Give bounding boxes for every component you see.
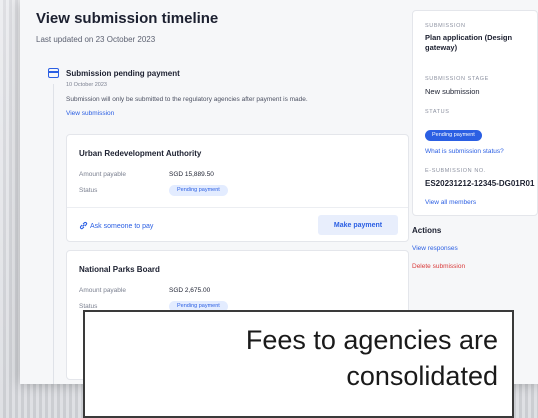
stage-value: New submission	[425, 87, 480, 96]
ask-someone-to-pay-label: Ask someone to pay	[90, 223, 154, 230]
event-title: Submission pending payment	[66, 69, 180, 78]
amount-label: Amount payable	[79, 287, 126, 294]
view-all-members-link[interactable]: View all members	[425, 199, 476, 206]
event-date: 10 October 2023	[66, 82, 107, 88]
stage-label: SUBMISSION STAGE	[425, 76, 489, 82]
link-chain-icon	[79, 221, 88, 230]
actions-heading: Actions	[412, 226, 442, 235]
submission-details-panel: SUBMISSION Plan application (Design gate…	[412, 10, 538, 216]
status-label: STATUS	[425, 109, 450, 115]
callout-text: Fees to agencies are consolidated	[245, 325, 498, 391]
delete-submission-link[interactable]: Delete submission	[412, 263, 465, 270]
payment-card-icon	[48, 68, 59, 78]
make-payment-button[interactable]: Make payment	[318, 215, 398, 235]
agency-payment-card: Urban Redevelopment Authority Amount pay…	[66, 134, 409, 242]
amount-label: Amount payable	[79, 171, 126, 178]
timeline-line	[53, 84, 54, 384]
card-divider	[67, 207, 408, 208]
status-label: Status	[79, 187, 98, 194]
submission-label: SUBMISSION	[425, 23, 466, 29]
agency-name: Urban Redevelopment Authority	[79, 149, 202, 158]
last-updated-text: Last updated on 23 October 2023	[36, 35, 156, 44]
page-title: View submission timeline	[36, 10, 219, 27]
amount-value: SGD 15,889.50	[169, 171, 214, 178]
status-label: Status	[79, 303, 98, 310]
view-responses-link[interactable]: View responses	[412, 245, 458, 252]
amount-value: SGD 2,675.00	[169, 287, 211, 294]
status-badge: Pending payment	[425, 130, 482, 141]
agency-name: National Parks Board	[79, 265, 160, 274]
view-submission-link[interactable]: View submission	[66, 110, 114, 117]
submission-status-help-link[interactable]: What is submission status?	[425, 148, 504, 155]
status-badge: Pending payment	[169, 185, 228, 196]
submission-name: Plan application (Design gateway)	[425, 33, 513, 52]
event-description: Submission will only be submitted to the…	[66, 96, 308, 103]
esubmission-label: E-SUBMISSION NO.	[425, 168, 486, 174]
ask-someone-to-pay-link[interactable]: Ask someone to pay	[79, 221, 153, 230]
annotation-callout: Fees to agencies are consolidated	[83, 310, 514, 418]
esubmission-number: ES20231212-12345-DG01R01	[425, 179, 535, 188]
